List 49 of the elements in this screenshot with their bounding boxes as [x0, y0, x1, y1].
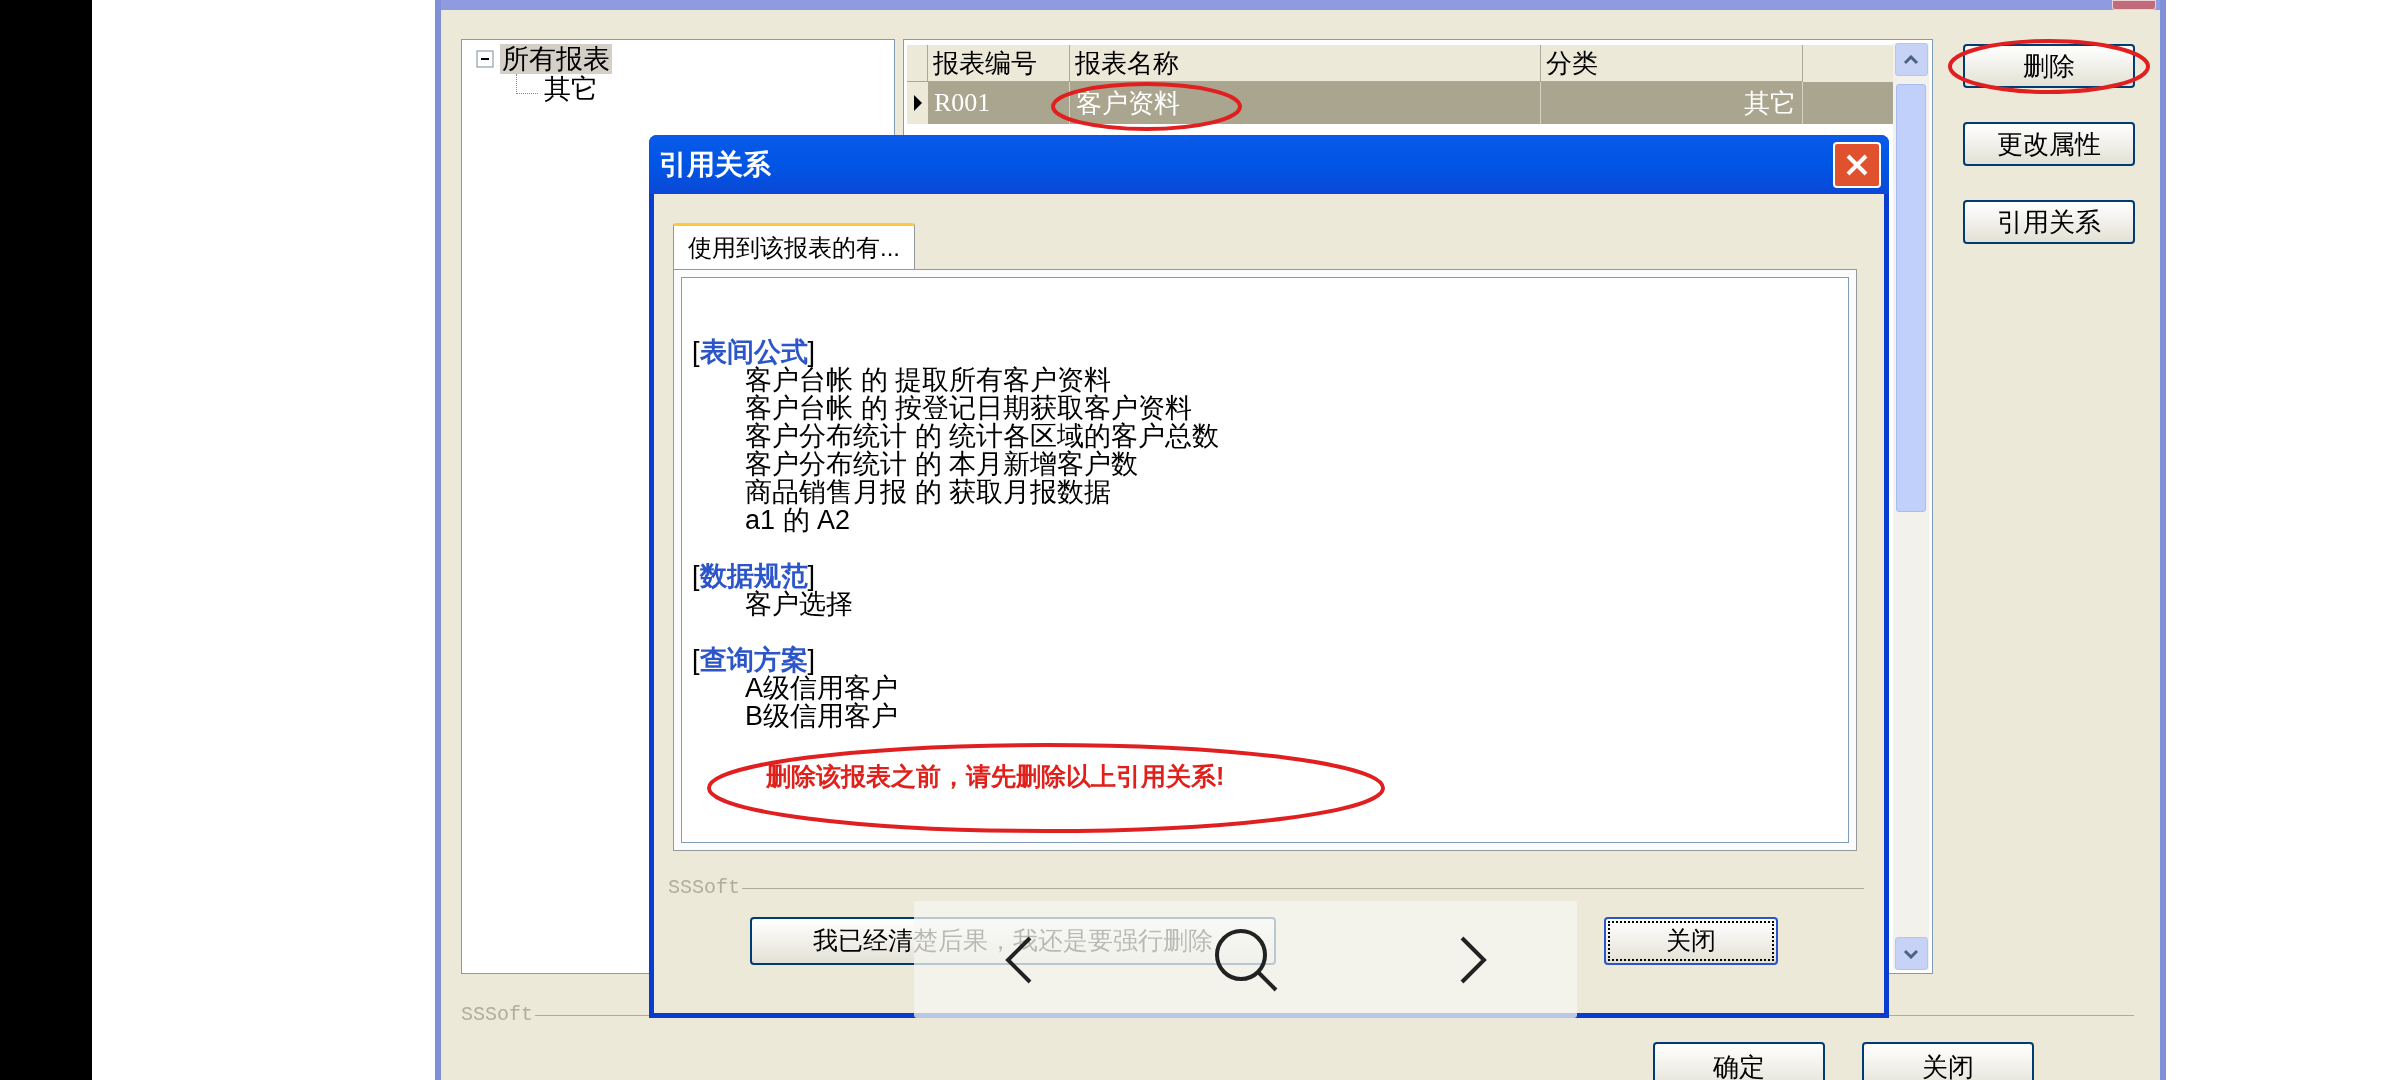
- close-button[interactable]: [2112, 0, 2156, 10]
- reference-item: 商品销售月报 的 获取月报数据: [744, 478, 1111, 506]
- warning-text: 删除该报表之前，请先删除以上引用关系!: [766, 762, 1225, 790]
- group-label: SSSoft: [668, 875, 740, 901]
- reference-item: 客户选择: [745, 590, 854, 618]
- header-corner: [907, 45, 928, 82]
- footer-button[interactable]: 确定: [1653, 1042, 1825, 1080]
- bracket: [: [692, 338, 700, 366]
- reference-item: 客户分布统计 的 统计各区域的客户总数: [744, 422, 1220, 450]
- reference-item: A级信用客户: [744, 674, 899, 702]
- column-header[interactable]: 分类: [1541, 45, 1803, 82]
- scroll-thumb[interactable]: [1896, 84, 1926, 512]
- section-heading: 数据规范: [699, 562, 808, 590]
- bracket: [: [692, 646, 700, 674]
- chevron-down-icon: [1903, 948, 1919, 959]
- row-pointer-icon: [912, 94, 923, 112]
- search-icon[interactable]: [1212, 926, 1279, 993]
- reference-item: 客户台帐 的 提取所有客户资料: [744, 366, 1112, 394]
- close-button[interactable]: [1833, 141, 1881, 188]
- side-button[interactable]: 删除: [1963, 44, 2135, 88]
- bracket: ]: [807, 562, 816, 590]
- column-header[interactable]: 报表编号: [928, 45, 1070, 82]
- reference-item: 客户分布统计 的 本月新增客户数: [744, 450, 1139, 478]
- bracket: ]: [807, 338, 816, 366]
- scrollbar[interactable]: [1893, 43, 1929, 970]
- collapse-icon[interactable]: [476, 50, 494, 68]
- section-heading: 表间公式: [699, 338, 808, 366]
- table-cell: R001: [928, 82, 1070, 124]
- bracket: [: [692, 562, 700, 590]
- tab[interactable]: 使用到该报表的有...: [673, 223, 915, 269]
- reference-item: 客户台帐 的 按登记日期获取客户资料: [744, 394, 1193, 422]
- table-cell: 其它: [1541, 82, 1803, 124]
- section-heading: 查询方案: [699, 646, 808, 674]
- side-button[interactable]: 引用关系: [1963, 200, 2135, 244]
- reference-item: B级信用客户: [744, 702, 899, 730]
- scroll-down-button[interactable]: [1894, 937, 1928, 970]
- column-header[interactable]: 报表名称: [1070, 45, 1541, 82]
- reference-item: a1 的 A2: [744, 506, 852, 534]
- group-label: SSSoft: [461, 1002, 533, 1028]
- scroll-up-button[interactable]: [1894, 43, 1928, 76]
- tree-item[interactable]: 所有报表: [500, 44, 612, 74]
- tree-item[interactable]: 其它: [542, 74, 600, 104]
- table-cell: 客户资料: [1070, 82, 1541, 124]
- chevron-up-icon: [1903, 54, 1919, 65]
- dialog-button[interactable]: 关闭: [1604, 917, 1778, 965]
- footer-button[interactable]: 关闭: [1862, 1042, 2034, 1080]
- side-button[interactable]: 更改属性: [1963, 122, 2135, 166]
- bracket: ]: [807, 646, 816, 674]
- dialog-title: 引用关系: [659, 147, 771, 182]
